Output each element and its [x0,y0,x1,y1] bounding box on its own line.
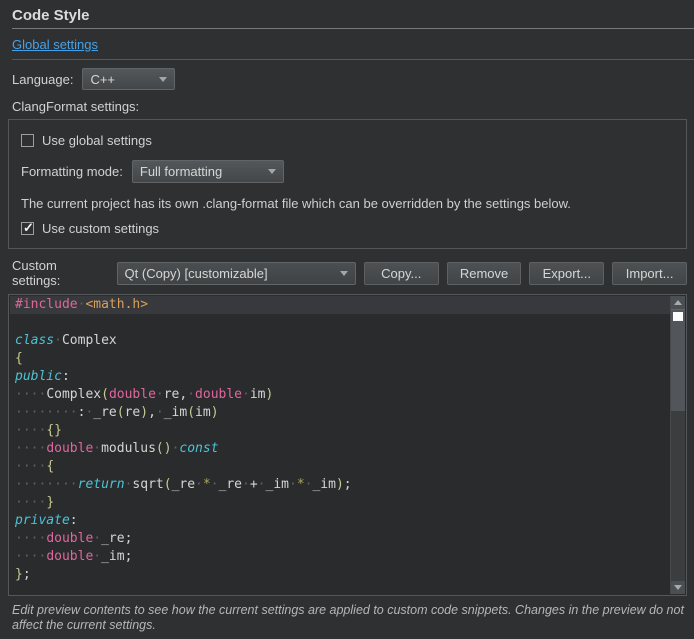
code-style-settings-page: { "page": { "title": "Code Style", "glob… [0,7,694,639]
arrow-up-icon [674,300,682,305]
use-custom-settings-label: Use custom settings [42,221,159,236]
code-line[interactable]: }; [10,566,670,584]
language-label: Language: [12,72,73,87]
scrollbar-up-button[interactable] [671,296,685,309]
chevron-down-icon [268,169,276,174]
code-line[interactable]: ····} [10,494,670,512]
copy-button[interactable]: Copy... [364,262,439,285]
language-row: Language: C++ [12,68,694,90]
code-line[interactable]: ····double·_im; [10,548,670,566]
code-line[interactable]: ····{} [10,422,670,440]
chevron-down-icon [340,271,348,276]
section-separator [12,59,694,60]
clangformat-group-label: ClangFormat settings: [12,99,694,114]
checkbox-checked-icon [21,222,34,235]
title-separator [12,28,694,29]
code-line[interactable] [10,314,670,332]
arrow-down-icon [674,585,682,590]
code-line[interactable]: ····double·_re; [10,530,670,548]
code-line[interactable]: ····{ [10,458,670,476]
code-area[interactable]: #include·<math.h> class·Complex{public:·… [10,296,670,594]
formatting-mode-row: Formatting mode: Full formatting [21,160,674,183]
global-settings-link[interactable]: Global settings [12,37,98,52]
remove-button[interactable]: Remove [447,262,522,285]
import-button[interactable]: Import... [612,262,687,285]
language-select-value: C++ [90,72,115,87]
custom-settings-select[interactable]: Qt (Copy) [customizable] [117,262,356,285]
use-global-settings-label: Use global settings [42,133,152,148]
code-line[interactable]: ········return·sqrt(_re·*·_re·+·_im·*·_i… [10,476,670,494]
vertical-scrollbar[interactable] [670,296,685,594]
language-select[interactable]: C++ [82,68,175,90]
footer-note: Edit preview contents to see how the cur… [12,603,684,633]
code-line[interactable]: #include·<math.h> [10,296,670,314]
code-line[interactable]: class·Complex [10,332,670,350]
formatting-mode-select[interactable]: Full formatting [132,160,284,183]
custom-settings-row: Custom settings: Qt (Copy) [customizable… [12,258,687,288]
formatting-mode-value: Full formatting [140,164,222,179]
scrollbar-down-button[interactable] [671,581,685,594]
code-line[interactable]: public: [10,368,670,386]
scrollbar-thumb[interactable] [671,309,685,411]
chevron-down-icon [159,77,167,82]
code-line[interactable]: private: [10,512,670,530]
use-global-settings-checkbox[interactable]: Use global settings [21,132,674,148]
code-line[interactable]: { [10,350,670,368]
use-custom-settings-checkbox[interactable]: Use custom settings [21,220,674,236]
code-preview-editor: #include·<math.h> class·Complex{public:·… [8,294,687,596]
code-line[interactable]: ····Complex(double·re,·double·im) [10,386,670,404]
clangformat-groupbox: Use global settings Formatting mode: Ful… [8,119,687,249]
code-line[interactable]: ········:·_re(re),·_im(im) [10,404,670,422]
cursor-position-marker [673,312,683,321]
page-title: Code Style [12,7,682,24]
custom-settings-value: Qt (Copy) [customizable] [125,266,268,281]
clang-format-note: The current project has its own .clang-f… [21,196,674,210]
export-button[interactable]: Export... [529,262,604,285]
code-line[interactable]: ····double·modulus()·const [10,440,670,458]
formatting-mode-label: Formatting mode: [21,164,123,179]
checkbox-icon [21,134,34,147]
custom-settings-label: Custom settings: [12,258,109,288]
